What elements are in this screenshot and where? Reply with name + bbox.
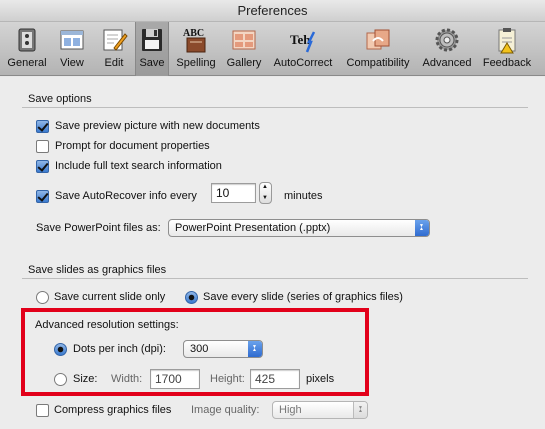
advanced-resolution-title: Advanced resolution settings: [35,319,179,331]
save-pane: Save options Save preview picture with n… [0,77,545,429]
tab-compatibility-label: Compatibility [346,57,410,69]
save-as-label: Save PowerPoint files as: [36,222,161,234]
spelling-icon-text: ABC [183,28,204,39]
height-field[interactable]: 425 [250,369,300,389]
tab-advanced[interactable]: Advanced [418,22,476,76]
save-format-popup[interactable]: PowerPoint Presentation (.pptx) [168,218,430,237]
compress-graphics-checkbox[interactable] [36,404,49,417]
tab-general-label: General [7,57,47,69]
width-label: Width: [111,373,143,385]
compress-graphics-label: Compress graphics files [54,404,172,416]
tab-gallery-label: Gallery [226,57,262,69]
tab-save-label: Save [139,57,165,69]
prompt-properties-checkbox[interactable] [36,140,49,153]
pixels-label: pixels [306,373,335,385]
image-quality-value: High [279,404,302,416]
dpi-label: Dots per inch (dpi): [73,343,166,355]
minutes-label: minutes [284,190,323,202]
divider [22,278,528,279]
size-label: Size: [73,373,98,385]
compatibility-icon [366,29,390,50]
autorecover-minutes-field[interactable]: 10 [211,183,256,203]
popup-arrows-icon [415,218,429,237]
autocorrect-icon: Teh [290,31,316,53]
dpi-value: 300 [190,343,209,355]
general-icon [18,28,36,52]
save-every-slide-label: Save every slide (series of graphics fil… [203,291,403,303]
popup-arrows-icon [353,400,367,419]
prompt-properties-label: Prompt for document properties [55,140,210,152]
gallery-icon [232,30,256,50]
graphics-title: Save slides as graphics files [28,264,167,276]
autorecover-label: Save AutoRecover info every [55,190,197,202]
dpi-popup[interactable]: 300 [183,339,263,358]
tab-spelling[interactable]: ABC Spelling [172,22,220,76]
tab-view-label: View [60,57,84,69]
divider [22,107,528,108]
edit-icon [103,29,128,51]
save-format-value: PowerPoint Presentation (.pptx) [175,222,331,234]
feedback-icon [498,28,516,54]
tab-feedback[interactable]: Feedback [478,22,536,76]
autorecover-checkbox[interactable] [36,190,49,203]
image-quality-label: Image quality: [191,404,260,416]
tab-autocorrect[interactable]: Teh AutoCorrect [268,22,338,76]
dpi-radio[interactable] [54,343,67,356]
popup-arrows-icon [248,339,262,358]
height-label: Height: [210,373,245,385]
tab-save[interactable]: Save [135,22,169,76]
save-icon [142,29,162,51]
autocorrect-icon-text: Teh [290,32,311,47]
autorecover-stepper[interactable] [259,182,272,204]
toolbar: General View Edit Save ABC Spelling Gall… [0,22,545,76]
save-current-slide-label: Save current slide only [54,291,166,303]
tab-feedback-label: Feedback [482,57,532,69]
save-preview-checkbox[interactable] [36,120,49,133]
tab-edit[interactable]: Edit [94,22,134,76]
tab-spelling-label: Spelling [176,57,216,69]
tab-compatibility[interactable]: Compatibility [340,22,416,76]
size-radio[interactable] [54,373,67,386]
tab-advanced-label: Advanced [422,57,472,69]
advanced-icon [435,28,459,52]
save-options-title: Save options [28,93,92,105]
save-every-slide-radio[interactable] [185,291,198,304]
tab-edit-label: Edit [104,57,124,69]
window-title: Preferences [0,0,545,22]
save-current-slide-radio[interactable] [36,291,49,304]
spelling-icon: ABC [183,28,206,53]
tab-view[interactable]: View [52,22,92,76]
image-quality-popup[interactable]: High [272,400,368,419]
save-preview-label: Save preview picture with new documents [55,120,260,132]
fulltext-search-label: Include full text search information [55,160,222,172]
view-icon [60,30,84,50]
tab-gallery[interactable]: Gallery [222,22,266,76]
tab-autocorrect-label: AutoCorrect [273,57,333,69]
fulltext-search-checkbox[interactable] [36,160,49,173]
width-field[interactable]: 1700 [150,369,200,389]
tab-general[interactable]: General [4,22,50,76]
